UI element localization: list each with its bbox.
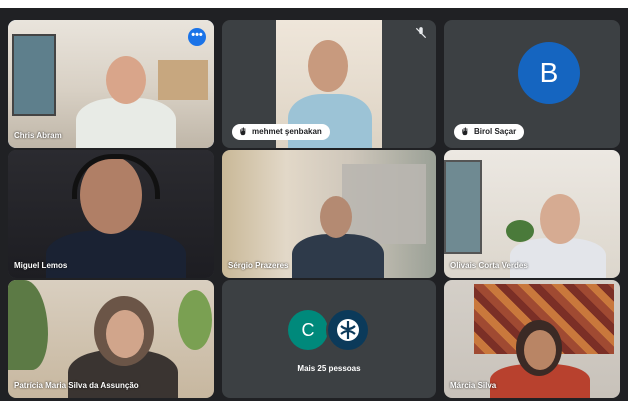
window-background: [444, 160, 482, 254]
plant: [506, 220, 534, 242]
others-count-label: Mais 25 pessoas: [297, 364, 361, 373]
person-body: [510, 238, 606, 278]
hand-raise-icon: [240, 127, 246, 136]
shelf-background: [158, 60, 208, 100]
participant-tile-birol-sacar[interactable]: B Birol Saçar: [444, 20, 620, 148]
participant-tile-chris-abram[interactable]: ••• Chris Abram: [8, 20, 214, 148]
participant-tile-mehmet-senbakan[interactable]: mehmet şenbakan: [222, 20, 436, 148]
participant-tile-olivais-corta-verdes[interactable]: Olivais Corta Verdes: [444, 150, 620, 278]
participant-name: Patrícia Maria Silva da Assunção: [14, 381, 139, 390]
participant-video: [8, 150, 214, 278]
participant-name: Birol Saçar: [474, 127, 517, 136]
person-face: [106, 310, 144, 358]
person-body: [292, 234, 384, 278]
avatar: B: [518, 42, 580, 104]
hand-raise-icon: [462, 127, 468, 136]
organization-logo-icon: [337, 319, 359, 341]
participant-name: Márcia Silva: [450, 381, 497, 390]
participant-tile-patricia-maria-silva-da-assuncao[interactable]: Patrícia Maria Silva da Assunção: [8, 280, 214, 398]
participant-video: [8, 20, 214, 148]
participant-name: Chris Abram: [14, 131, 62, 140]
avatar-logo: [328, 310, 368, 350]
participant-video: [222, 150, 436, 278]
person-head: [308, 40, 348, 92]
avatar-c: C: [288, 310, 328, 350]
participant-name: mehmet şenbakan: [252, 127, 322, 136]
participant-name: Sérgio Prazeres: [228, 261, 289, 270]
person-head: [540, 194, 580, 244]
person-face: [524, 330, 556, 370]
plant: [8, 280, 48, 370]
headphones: [72, 154, 160, 199]
person-head: [320, 196, 352, 238]
window-background: [12, 34, 56, 116]
lamp: [178, 290, 212, 350]
person-head: [106, 56, 146, 104]
person-body: [76, 98, 176, 148]
participant-tile-miguel-lemos[interactable]: Miguel Lemos: [8, 150, 214, 278]
person-body: [46, 230, 186, 278]
participant-video: [444, 150, 620, 278]
others-tile[interactable]: C Mais 25 pessoas: [222, 280, 436, 398]
participant-name-pill: mehmet şenbakan: [232, 124, 330, 140]
meeting-grid: ••• Chris Abram mehmet şenbakan B Birol …: [0, 8, 628, 401]
participant-tile-marcia-silva[interactable]: Márcia Silva: [444, 280, 620, 398]
participant-name: Miguel Lemos: [14, 261, 68, 270]
participant-name-pill: Birol Saçar: [454, 124, 525, 140]
window-background: [342, 164, 426, 244]
participant-name: Olivais Corta Verdes: [450, 261, 528, 270]
participant-tile-sergio-prazeres[interactable]: Sérgio Prazeres: [222, 150, 436, 278]
more-options-icon[interactable]: •••: [188, 28, 206, 46]
mic-off-icon: [415, 27, 427, 39]
